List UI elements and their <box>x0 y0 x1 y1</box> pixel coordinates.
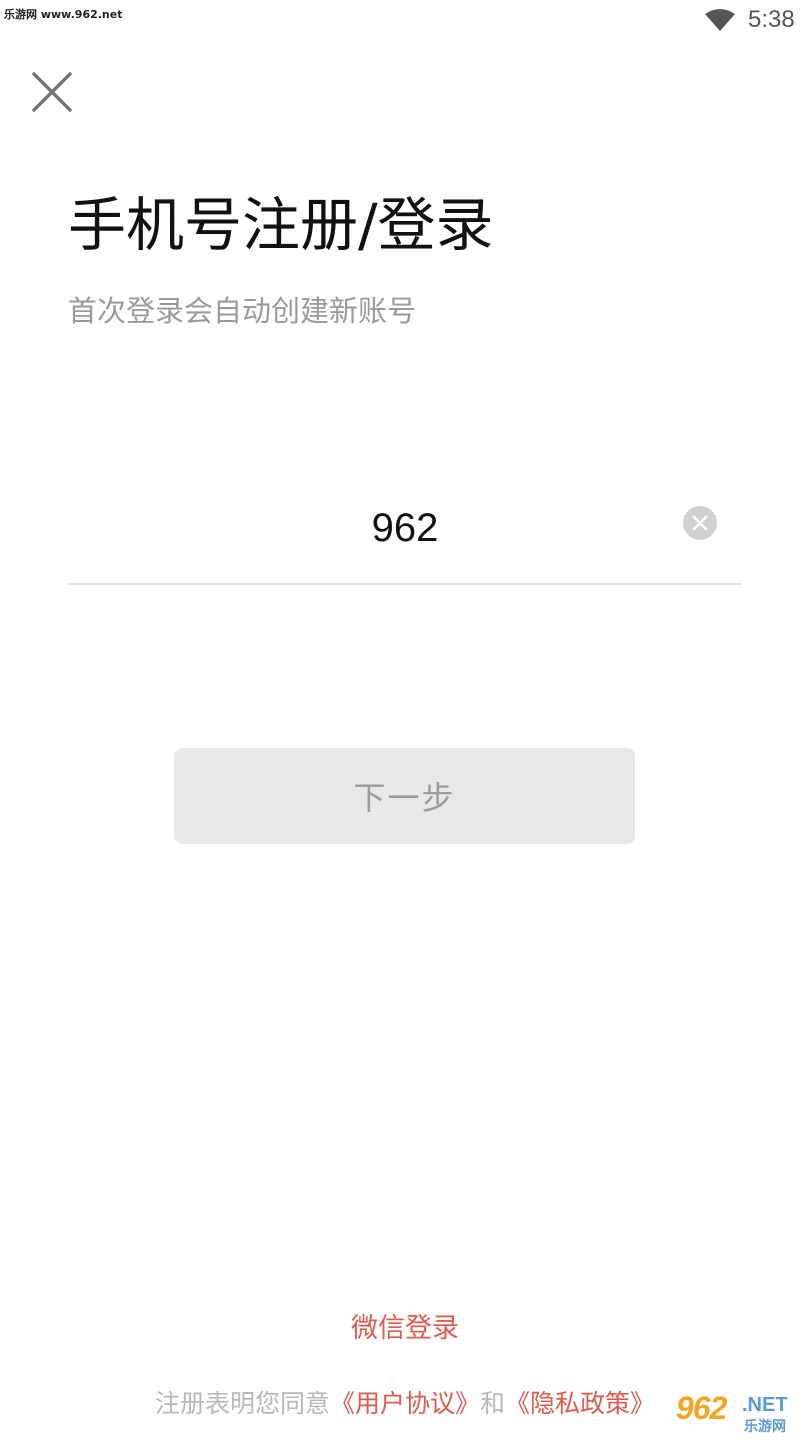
agreement-prefix: 注册表明您同意 <box>154 1389 330 1418</box>
page-subtitle: 首次登录会自动创建新账号 <box>68 294 417 328</box>
agreement-and: 和 <box>480 1389 506 1418</box>
close-icon <box>32 72 72 112</box>
watermark-cn: 乐游网 <box>744 1419 786 1435</box>
clear-input-button[interactable] <box>683 506 717 540</box>
watermark-text: 乐游网 www.962.net <box>4 8 123 21</box>
status-time: 5:38 <box>748 6 795 33</box>
phone-number-input[interactable] <box>68 498 742 558</box>
watermark-number: 962 <box>676 1390 727 1426</box>
wechat-login-link[interactable]: 微信登录 <box>0 1306 810 1345</box>
phone-field <box>68 490 742 585</box>
privacy-policy-link[interactable]: 《隐私政策》 <box>505 1389 655 1418</box>
watermark-logo: 962 .NET 乐游网 <box>676 1390 806 1436</box>
user-agreement-link[interactable]: 《用户协议》 <box>330 1389 480 1418</box>
next-step-button[interactable]: 下一步 <box>174 748 635 844</box>
close-button[interactable] <box>26 66 78 118</box>
status-bar: 乐游网 www.962.net 5:38 <box>0 0 810 44</box>
page-title: 手机号注册/登录 <box>68 191 494 259</box>
clear-circle-icon <box>692 515 708 531</box>
wifi-icon <box>705 9 735 31</box>
watermark-suffix: .NET <box>742 1394 788 1416</box>
